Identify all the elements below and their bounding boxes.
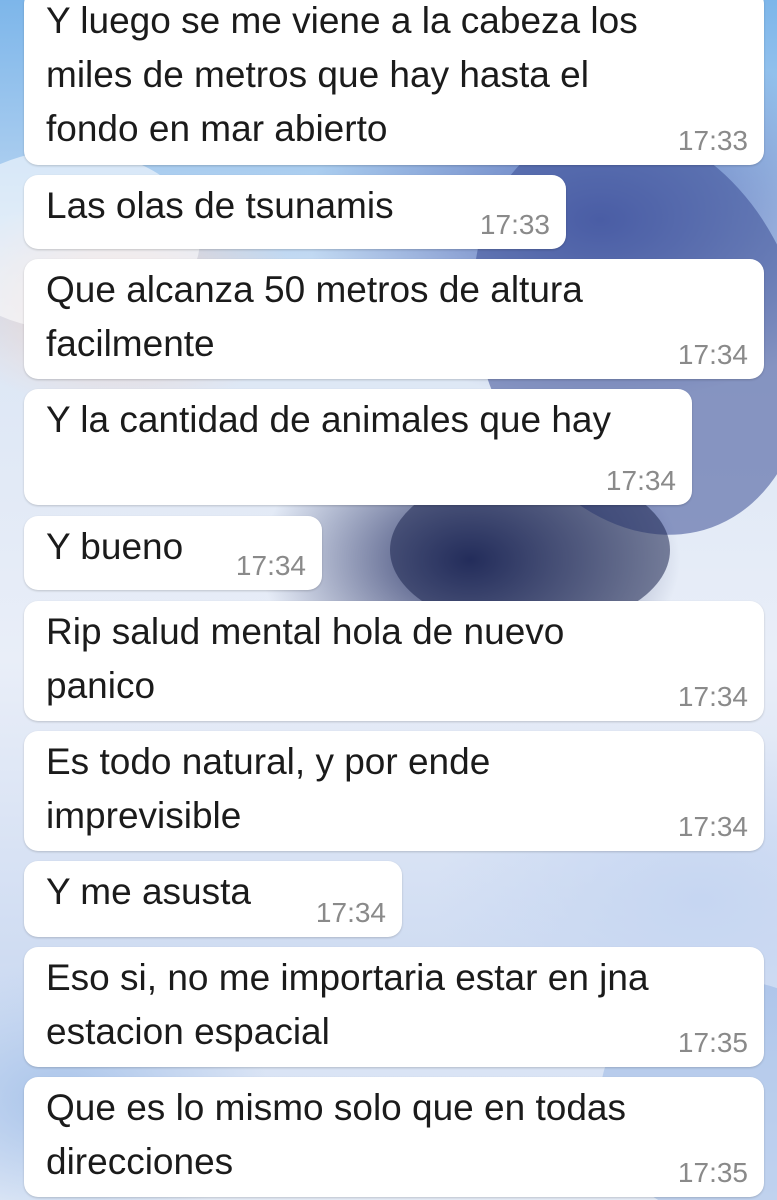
message-bubble[interactable]: Y bueno 17:34 — [24, 516, 322, 590]
message-text: Las olas de tsunamis — [46, 185, 394, 226]
message-bubble[interactable]: Que alcanza 50 metros de altura facilmen… — [24, 259, 764, 379]
message-text: Que es lo mismo solo que en todas direcc… — [46, 1087, 626, 1182]
message-timestamp: 17:34 — [677, 811, 748, 842]
message-text: Que alcanza 50 metros de altura facilmen… — [46, 269, 583, 364]
message-bubble[interactable]: Y me asusta 17:34 — [24, 861, 402, 937]
message-text: Y la cantidad de animales que hay — [46, 399, 611, 440]
message-bubble[interactable]: Y luego se me viene a la cabeza los mile… — [24, 0, 764, 165]
message-bubble[interactable]: Y la cantidad de animales que hay 17:34 — [24, 389, 692, 505]
message-timestamp: 17:35 — [677, 1157, 748, 1188]
message-timestamp: 17:35 — [677, 1027, 748, 1058]
message-bubble[interactable]: Eso si, no me importaria estar en jna es… — [24, 947, 764, 1067]
message-timestamp: 17:34 — [235, 550, 306, 581]
message-bubble[interactable]: Que es lo mismo solo que en todas direcc… — [24, 1077, 764, 1197]
message-text: Y luego se me viene a la cabeza los mile… — [46, 0, 638, 149]
message-text: Es todo natural, y por ende imprevisible — [46, 741, 491, 836]
message-text: Eso si, no me importaria estar en jna es… — [46, 957, 649, 1052]
message-timestamp: 17:34 — [677, 339, 748, 370]
message-timestamp: 17:34 — [605, 465, 676, 496]
message-text: Rip salud mental hola de nuevo panico — [46, 611, 565, 706]
message-bubble[interactable]: Es todo natural, y por ende imprevisible… — [24, 731, 764, 851]
message-bubble[interactable]: Las olas de tsunamis 17:33 — [24, 175, 566, 249]
message-timestamp: 17:33 — [677, 125, 748, 156]
message-timestamp: 17:34 — [315, 897, 386, 928]
message-timestamp: 17:34 — [677, 681, 748, 712]
message-bubble[interactable]: Rip salud mental hola de nuevo panico 17… — [24, 601, 764, 721]
message-timestamp: 17:33 — [479, 209, 550, 240]
chat-message-list: Y luego se me viene a la cabeza los mile… — [0, 0, 777, 1200]
